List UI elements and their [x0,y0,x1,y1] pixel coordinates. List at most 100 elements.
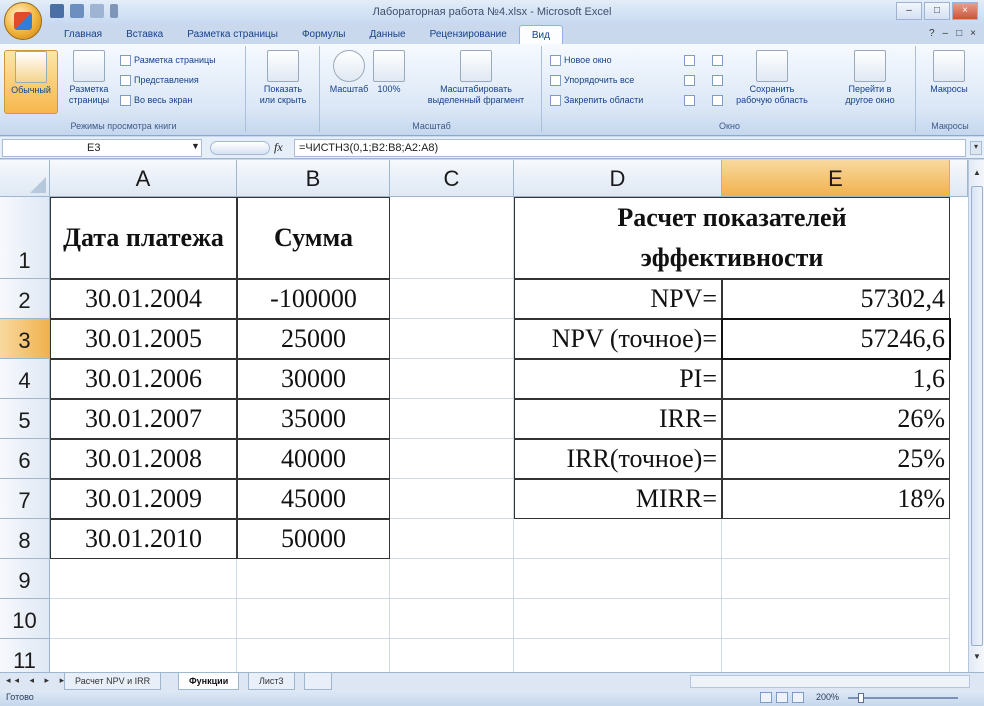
cell-b9[interactable] [237,559,390,599]
row-header-3[interactable]: 3 [0,319,50,359]
show-hide-button[interactable]: Показать или скрыть [256,50,310,106]
office-button[interactable] [4,2,42,40]
tab-home[interactable]: Главная [52,25,114,45]
sheet-tab-npv-irr[interactable]: Расчет NPV и IRR [64,673,162,690]
cell-c6[interactable] [390,439,514,479]
cell-a6[interactable]: 30.01.2008 [50,439,237,479]
row-header-5[interactable]: 5 [0,399,50,439]
cell-d9[interactable] [514,559,722,599]
row-header-9[interactable]: 9 [0,559,50,599]
cell-d8[interactable] [514,519,722,559]
macros-button[interactable]: Макросы [922,50,976,95]
normal-view-icon[interactable] [760,692,772,703]
cell-b2[interactable]: -100000 [237,279,390,319]
switch-windows-button[interactable]: Перейти в другое окно [834,50,906,106]
row-header-11[interactable]: 11 [0,639,50,672]
row-header-6[interactable]: 6 [0,439,50,479]
cell-a4[interactable]: 30.01.2006 [50,359,237,399]
tab-review[interactable]: Рецензирование [418,25,519,45]
cell-a10[interactable] [50,599,237,639]
cell-c11[interactable] [390,639,514,672]
cell-e7[interactable]: 18% [722,479,950,519]
cell-c7[interactable] [390,479,514,519]
page-break-view-icon[interactable] [792,692,804,703]
sheet-tab-functions[interactable]: Функции [178,673,240,690]
cell-c4[interactable] [390,359,514,399]
insert-function-icon[interactable]: fx [274,140,283,155]
formula-input[interactable]: =ЧИСТНЗ(0,1;B2:B8;A2:A8) [294,139,966,157]
ribbon-close-icon[interactable]: × [970,28,976,39]
row-header-4[interactable]: 4 [0,359,50,399]
maximize-button[interactable]: □ [924,2,950,20]
row-header-1[interactable]: 1 [0,197,50,279]
cell-b3[interactable]: 25000 [237,319,390,359]
column-header-c[interactable]: C [390,160,514,197]
cell-e10[interactable] [722,599,950,639]
unhide-button[interactable] [684,92,698,108]
cell-b4[interactable]: 30000 [237,359,390,399]
cell-d6[interactable]: IRR(точное)= [514,439,722,479]
cell-e9[interactable] [722,559,950,599]
cell-b8[interactable]: 50000 [237,519,390,559]
column-header-f[interactable] [950,160,968,197]
cell-b7[interactable]: 45000 [237,479,390,519]
cell-b1[interactable]: Сумма [237,197,390,279]
arrange-all-button[interactable]: Упорядочить все [550,72,634,88]
horizontal-scrollbar[interactable] [690,675,970,688]
cell-c2[interactable] [390,279,514,319]
tab-page-layout[interactable]: Разметка страницы [175,25,290,45]
hide-button[interactable] [684,72,698,88]
cell-c5[interactable] [390,399,514,439]
new-window-button[interactable]: Новое окно [550,52,612,68]
formula-bar-splitter[interactable] [210,141,270,155]
cell-d3[interactable]: NPV (точное)= [514,319,722,359]
row-header-8[interactable]: 8 [0,519,50,559]
insert-sheet-icon[interactable] [304,673,332,690]
vertical-scrollbar[interactable]: ▲ ▼ [968,160,984,672]
save-workspace-button[interactable]: Сохранить рабочую область [736,50,808,106]
tab-data[interactable]: Данные [357,25,417,45]
cell-d5[interactable]: IRR= [514,399,722,439]
cell-e5[interactable]: 26% [722,399,950,439]
cell-e11[interactable] [722,639,950,672]
cell-e8[interactable] [722,519,950,559]
column-header-d[interactable]: D [514,160,722,197]
row-header-2[interactable]: 2 [0,279,50,319]
scroll-down-arrow-icon[interactable]: ▼ [971,652,983,664]
help-icon[interactable]: ? [929,28,935,39]
normal-view-button[interactable]: Обычный [4,50,58,114]
cell-d1-e1[interactable]: Расчет показателей эффективности [514,197,950,279]
zoom-slider-handle[interactable] [858,693,864,703]
zoom-100-button[interactable]: 100% [368,50,410,95]
zoom-level[interactable]: 200% [816,692,839,702]
cell-c8[interactable] [390,519,514,559]
cell-b5[interactable]: 35000 [237,399,390,439]
cell-e4[interactable]: 1,6 [722,359,950,399]
page-layout-view-icon[interactable] [776,692,788,703]
cell-a5[interactable]: 30.01.2007 [50,399,237,439]
cell-c3[interactable] [390,319,514,359]
cell-c9[interactable] [390,559,514,599]
cell-a3[interactable]: 30.01.2005 [50,319,237,359]
page-break-button[interactable]: Разметка страницы [120,52,216,68]
cell-e3[interactable]: 57246,6 [722,319,950,359]
page-layout-button[interactable]: Разметка страницы [62,50,116,106]
column-header-e[interactable]: E [722,160,950,197]
select-all-button[interactable] [0,160,50,197]
reset-position-button[interactable] [712,92,726,108]
vertical-scroll-thumb[interactable] [971,186,983,646]
cell-d7[interactable]: MIRR= [514,479,722,519]
sheet-tab-sheet3[interactable]: Лист3 [248,673,295,690]
tab-view[interactable]: Вид [518,25,563,45]
cell-d2[interactable]: NPV= [514,279,722,319]
minimize-button[interactable]: – [896,2,922,20]
cell-b10[interactable] [237,599,390,639]
split-button[interactable] [684,52,698,68]
freeze-panes-button[interactable]: Закрепить области [550,92,643,108]
cell-a11[interactable] [50,639,237,672]
cell-b6[interactable]: 40000 [237,439,390,479]
cell-a9[interactable] [50,559,237,599]
cell-c1[interactable] [390,197,514,279]
cell-a7[interactable]: 30.01.2009 [50,479,237,519]
cell-e6[interactable]: 25% [722,439,950,479]
